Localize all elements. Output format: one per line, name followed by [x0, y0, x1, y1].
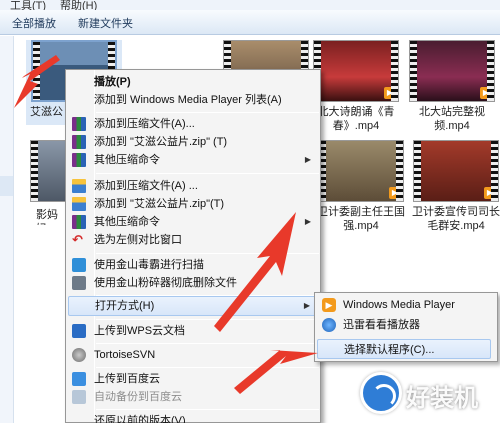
open-with-submenu: ▶ Windows Media Player 迅雷看看播放器 选择默认程序(C).…	[314, 292, 498, 362]
menu-item-other-compress-2[interactable]: 其他压缩命令 ▶	[68, 213, 319, 231]
menu-item-tortoisesvn[interactable]: TortoiseSVN	[68, 346, 319, 364]
navigation-selected-item[interactable]	[0, 176, 13, 196]
media-player-badge-icon: ▶	[480, 87, 492, 99]
bandizip-icon	[72, 197, 86, 211]
menu-item-label: 使用金山粉碎器彻底删除文件	[94, 277, 237, 289]
kingsoft-antivirus-icon	[72, 258, 86, 272]
menu-item-label: 其他压缩命令	[94, 154, 160, 166]
menu-separator	[96, 253, 319, 254]
menu-item-add-to-zip[interactable]: 添加到 "艾滋公益片.zip" (T)	[68, 133, 319, 151]
menu-item-label: 添加到 "艾滋公益片.zip" (T)	[94, 136, 228, 148]
menu-item-label: 上传到WPS云文档	[94, 325, 186, 337]
site-watermark: 好装机	[360, 372, 496, 416]
menu-item-label: 添加到压缩文件(A) ...	[94, 180, 198, 192]
menu-separator	[96, 112, 319, 113]
video-thumbnail: ▶	[318, 140, 404, 202]
menu-item-label: TortoiseSVN	[94, 349, 156, 361]
video-thumbnail: ▶	[409, 40, 495, 102]
menu-separator	[96, 367, 319, 368]
menu-item-label: 打开方式(H)	[95, 300, 155, 312]
submenu-item-label: Windows Media Player	[343, 299, 455, 311]
file-name: 卫计委副主任王国强.mp4	[317, 206, 405, 232]
media-player-badge-icon: ▶	[484, 187, 496, 199]
menu-separator	[96, 173, 319, 174]
video-thumbnail: ▶	[413, 140, 499, 202]
menu-help[interactable]: 帮助(H)	[60, 0, 97, 10]
menu-item-other-compress[interactable]: 其他压缩命令 ▶	[68, 151, 319, 169]
video-file-mao-qunan[interactable]: ▶ 卫计委宣传司司长毛群安.mp4	[408, 140, 500, 235]
menu-item-label: 其他压缩命令	[94, 216, 160, 228]
video-file-wang-guoqiang[interactable]: ▶ 卫计委副主任王国强.mp4	[313, 140, 409, 235]
context-menu: 播放(P) 添加到 Windows Media Player 列表(A) 添加到…	[65, 69, 321, 423]
submenu-item-label: 迅雷看看播放器	[343, 319, 420, 331]
bandizip-icon	[72, 179, 86, 193]
menu-item-label: 添加到压缩文件(A)...	[94, 118, 195, 130]
menu-item-compare-left[interactable]: ↶ 选为左侧对比窗口	[68, 231, 319, 249]
media-player-badge-icon: ▶	[389, 187, 401, 199]
watermark-text: 好装机	[406, 385, 478, 412]
menu-item-add-to-zip-2[interactable]: 添加到 "艾滋公益片.zip"(T)	[68, 195, 319, 213]
baidu-cloud-icon	[72, 372, 86, 386]
submenu-arrow-icon: ▶	[304, 155, 311, 164]
video-file-mother[interactable]: 影妈妈	[22, 140, 66, 225]
file-shredder-icon	[72, 276, 86, 290]
menu-item-label: 还原以前的版本(V)	[94, 415, 186, 423]
file-name: 北大诗朗诵《青春》.mp4	[317, 106, 395, 132]
menu-item-kingsoft-scan[interactable]: 使用金山毒霸进行扫描	[68, 256, 319, 274]
menu-item-upload-baidu[interactable]: 上传到百度云	[68, 370, 319, 388]
compare-undo-icon: ↶	[72, 232, 83, 247]
submenu-item-xunlei[interactable]: 迅雷看看播放器	[317, 315, 491, 335]
submenu-item-wmp[interactable]: ▶ Windows Media Player	[317, 295, 491, 315]
xunlei-player-icon	[322, 318, 336, 332]
winrar-icon	[72, 135, 86, 149]
command-bar: 全部播放 新建文件夹	[0, 10, 500, 35]
video-file-poetry[interactable]: ▶ 北大诗朗诵《青春》.mp4	[308, 40, 404, 132]
video-file-pku-full[interactable]: ▶ 北大站完整视频.mp4	[404, 40, 500, 132]
menu-separator	[96, 319, 319, 320]
menu-item-upload-wps[interactable]: 上传到WPS云文档	[68, 322, 319, 340]
menu-item-restore-previous[interactable]: 还原以前的版本(V)	[68, 412, 319, 423]
menu-item-add-to-archive[interactable]: 添加到压缩文件(A)...	[68, 115, 319, 133]
wps-cloud-icon	[72, 324, 86, 338]
video-thumbnail	[30, 140, 66, 202]
file-name: 北大站完整视频.mp4	[419, 106, 485, 132]
menu-item-label: 上传到百度云	[94, 373, 160, 385]
menu-item-add-to-wmp-list[interactable]: 添加到 Windows Media Player 列表(A)	[68, 91, 319, 109]
winrar-icon	[72, 117, 86, 131]
menu-item-label: 选为左侧对比窗口	[94, 234, 182, 246]
winrar-icon	[72, 215, 86, 229]
menu-tools[interactable]: 工具(T)	[10, 0, 46, 10]
menu-bar: 工具(T) 帮助(H)	[0, 0, 500, 10]
baidu-backup-icon	[72, 390, 86, 404]
submenu-arrow-icon: ▶	[303, 301, 310, 310]
tortoisesvn-icon	[72, 348, 86, 362]
submenu-arrow-icon: ▶	[304, 217, 311, 226]
menu-item-auto-backup-baidu[interactable]: 自动备份到百度云	[68, 388, 319, 406]
menu-item-label: 播放(P)	[94, 76, 131, 88]
menu-item-kingsoft-shred[interactable]: 使用金山粉碎器彻底删除文件	[68, 274, 319, 292]
media-player-badge-icon: ▶	[384, 87, 396, 99]
menu-item-play[interactable]: 播放(P)	[68, 73, 319, 91]
play-all-button[interactable]: 全部播放	[12, 15, 56, 31]
menu-item-label: 添加到 Windows Media Player 列表(A)	[94, 94, 282, 106]
navigation-pane[interactable]	[0, 36, 14, 423]
menu-separator	[96, 409, 319, 410]
submenu-item-label: 选择默认程序(C)...	[344, 344, 435, 356]
watermark-logo-icon	[360, 372, 402, 414]
menu-item-label: 自动备份到百度云	[94, 391, 182, 403]
new-folder-button[interactable]: 新建文件夹	[78, 15, 133, 31]
menu-item-add-to-archive-2[interactable]: 添加到压缩文件(A) ...	[68, 177, 319, 195]
menu-separator	[96, 343, 319, 344]
file-name: 影妈妈	[36, 209, 58, 225]
menu-item-label: 添加到 "艾滋公益片.zip"(T)	[94, 198, 225, 210]
menu-item-label: 使用金山毒霸进行扫描	[94, 259, 204, 271]
windows-media-player-icon: ▶	[322, 298, 336, 312]
file-name: 卫计委宣传司司长毛群安.mp4	[412, 206, 500, 232]
video-thumbnail: ▶	[313, 40, 399, 102]
submenu-item-choose-default[interactable]: 选择默认程序(C)...	[317, 339, 491, 359]
winrar-icon	[72, 153, 86, 167]
menu-item-open-with[interactable]: 打开方式(H) ▶	[68, 296, 319, 316]
